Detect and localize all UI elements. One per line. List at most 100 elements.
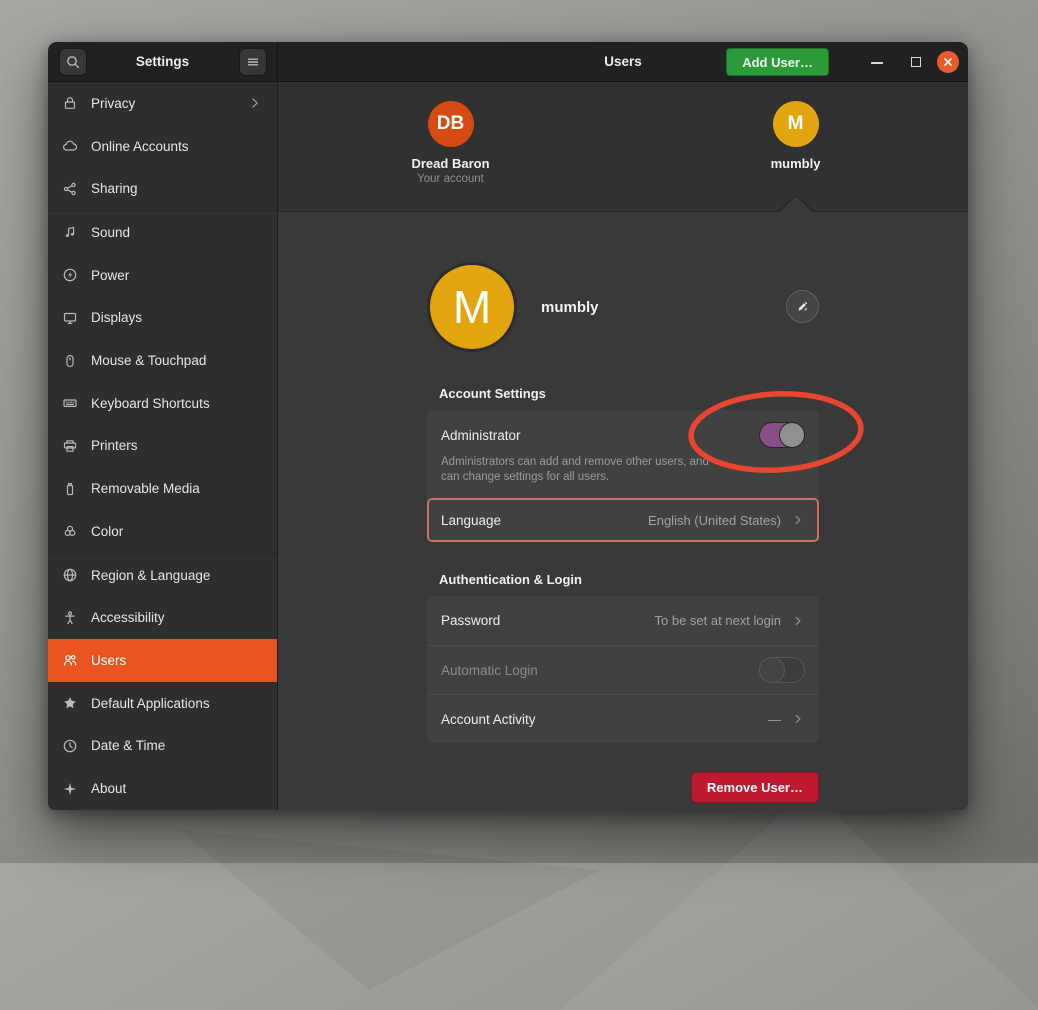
carousel-pointer (780, 196, 812, 212)
titlebar: Settings Users Add User… (48, 42, 968, 82)
auth-login-heading: Authentication & Login (427, 572, 819, 587)
sidebar-item-sharing[interactable]: Sharing (48, 167, 277, 210)
sidebar-item-label: Online Accounts (91, 139, 189, 154)
sidebar-item-printers[interactable]: Printers (48, 425, 277, 468)
avatar: M (773, 101, 819, 147)
sidebar-item-date-time[interactable]: Date & Time (48, 725, 277, 768)
search-button[interactable] (59, 48, 87, 76)
lock-icon (62, 95, 78, 111)
chevron-right-icon (791, 614, 805, 628)
language-row[interactable]: Language English (United States) (427, 498, 819, 542)
sidebar-item-displays[interactable]: Displays (48, 297, 277, 340)
carousel-user-name: mumbly (771, 156, 821, 171)
sidebar-item-users[interactable]: Users (48, 639, 277, 682)
edit-icon (795, 299, 810, 314)
carousel-user-dread-baron[interactable]: DB Dread Baron Your account (278, 82, 623, 211)
display-icon (62, 310, 78, 326)
sparkle-icon (62, 781, 78, 797)
password-value: To be set at next login (655, 613, 781, 628)
account-activity-value: — (768, 712, 781, 727)
administrator-row: Administrator Administrators can add and… (427, 410, 819, 498)
wallpaper-shape (180, 830, 600, 990)
avatar: DB (428, 101, 474, 147)
sidebar-item-label: Color (91, 524, 123, 539)
edit-name-button[interactable] (786, 290, 819, 323)
sidebar-item-label: Sound (91, 225, 130, 240)
user-avatar[interactable]: M (427, 262, 517, 352)
accessibility-icon (62, 610, 78, 626)
sidebar-item-label: Accessibility (91, 610, 165, 625)
users-icon (62, 652, 78, 668)
language-label: Language (441, 513, 501, 528)
chevron-right-icon (791, 513, 805, 527)
language-value: English (United States) (648, 513, 781, 528)
sidebar-item-sound[interactable]: Sound (48, 211, 277, 254)
sidebar-item-label: Default Applications (91, 696, 210, 711)
page-title: Users (278, 54, 968, 69)
star-icon (62, 695, 78, 711)
minimize-button[interactable] (871, 62, 883, 64)
user-detail-panel: M mumbly Account Settings Administrator (278, 212, 968, 810)
menu-icon (245, 54, 261, 70)
sidebar-item-label: Printers (91, 438, 138, 453)
sidebar-item-label: Privacy (91, 96, 135, 111)
cloud-icon (62, 138, 78, 154)
power-icon (62, 267, 78, 283)
carousel-user-name: Dread Baron (411, 156, 489, 171)
sidebar-item-label: Removable Media (91, 481, 200, 496)
account-settings-card: Administrator Administrators can add and… (427, 410, 819, 542)
administrator-toggle[interactable] (759, 422, 805, 448)
color-icon (62, 523, 78, 539)
remove-user-button[interactable]: Remove User… (691, 772, 819, 803)
sidebar-item-accessibility[interactable]: Accessibility (48, 596, 277, 639)
carousel-user-mumbly[interactable]: Mmumbly (623, 82, 968, 211)
menu-button[interactable] (239, 48, 267, 76)
globe-icon (62, 567, 78, 583)
administrator-label: Administrator (441, 428, 521, 443)
sidebar-item-removable-media[interactable]: Removable Media (48, 467, 277, 510)
titlebar-sidebar-section: Settings (48, 42, 278, 81)
sidebar-item-default-applications[interactable]: Default Applications (48, 682, 277, 725)
user-name: mumbly (541, 299, 599, 316)
sidebar-item-label: Keyboard Shortcuts (91, 396, 210, 411)
close-button[interactable] (937, 51, 959, 73)
titlebar-content-section: Users Add User… (278, 42, 968, 81)
sidebar-item-online-accounts[interactable]: Online Accounts (48, 125, 277, 168)
removable-media-icon (62, 481, 78, 497)
account-settings-heading: Account Settings (427, 386, 819, 401)
sidebar-item-label: About (91, 781, 126, 796)
mouse-icon (62, 353, 78, 369)
sidebar-item-about[interactable]: About (48, 767, 277, 810)
user-header: M mumbly (427, 261, 819, 353)
password-row[interactable]: Password To be set at next login (427, 596, 819, 645)
auth-login-card: Password To be set at next login Automat… (427, 596, 819, 743)
toggle-knob (759, 657, 785, 683)
chevron-right-icon (791, 712, 805, 726)
user-carousel: DB Dread Baron Your account Mmumbly (278, 82, 968, 212)
sidebar-item-keyboard-shortcuts[interactable]: Keyboard Shortcuts (48, 382, 277, 425)
administrator-description: Administrators can add and remove other … (441, 455, 805, 485)
wallpaper-shape (560, 790, 1038, 1010)
sidebar-item-color[interactable]: Color (48, 510, 277, 553)
maximize-button[interactable] (911, 57, 921, 67)
sidebar-item-label: Date & Time (91, 738, 165, 753)
account-activity-row[interactable]: Account Activity — (427, 694, 819, 743)
sidebar-item-label: Displays (91, 310, 142, 325)
keyboard-icon (62, 395, 78, 411)
automatic-login-label: Automatic Login (441, 663, 538, 678)
automatic-login-toggle[interactable] (759, 657, 805, 683)
sound-icon (62, 224, 78, 240)
sidebar-nav: Privacy Online Accounts Sharing Sound Power D… (48, 82, 278, 810)
add-user-button[interactable]: Add User… (726, 48, 829, 76)
sidebar-item-privacy[interactable]: Privacy (48, 82, 277, 125)
sidebar-item-region-language[interactable]: Region & Language (48, 554, 277, 597)
sidebar-item-label: Power (91, 268, 129, 283)
carousel-user-subtitle: Your account (417, 173, 484, 185)
close-icon (942, 56, 954, 68)
printer-icon (62, 438, 78, 454)
sidebar-item-mouse-touchpad[interactable]: Mouse & Touchpad (48, 339, 277, 382)
account-activity-label: Account Activity (441, 712, 536, 727)
sidebar-item-power[interactable]: Power (48, 254, 277, 297)
settings-window: Settings Users Add User… Privacy Online A… (48, 42, 968, 810)
chevron-right-icon (247, 95, 263, 111)
